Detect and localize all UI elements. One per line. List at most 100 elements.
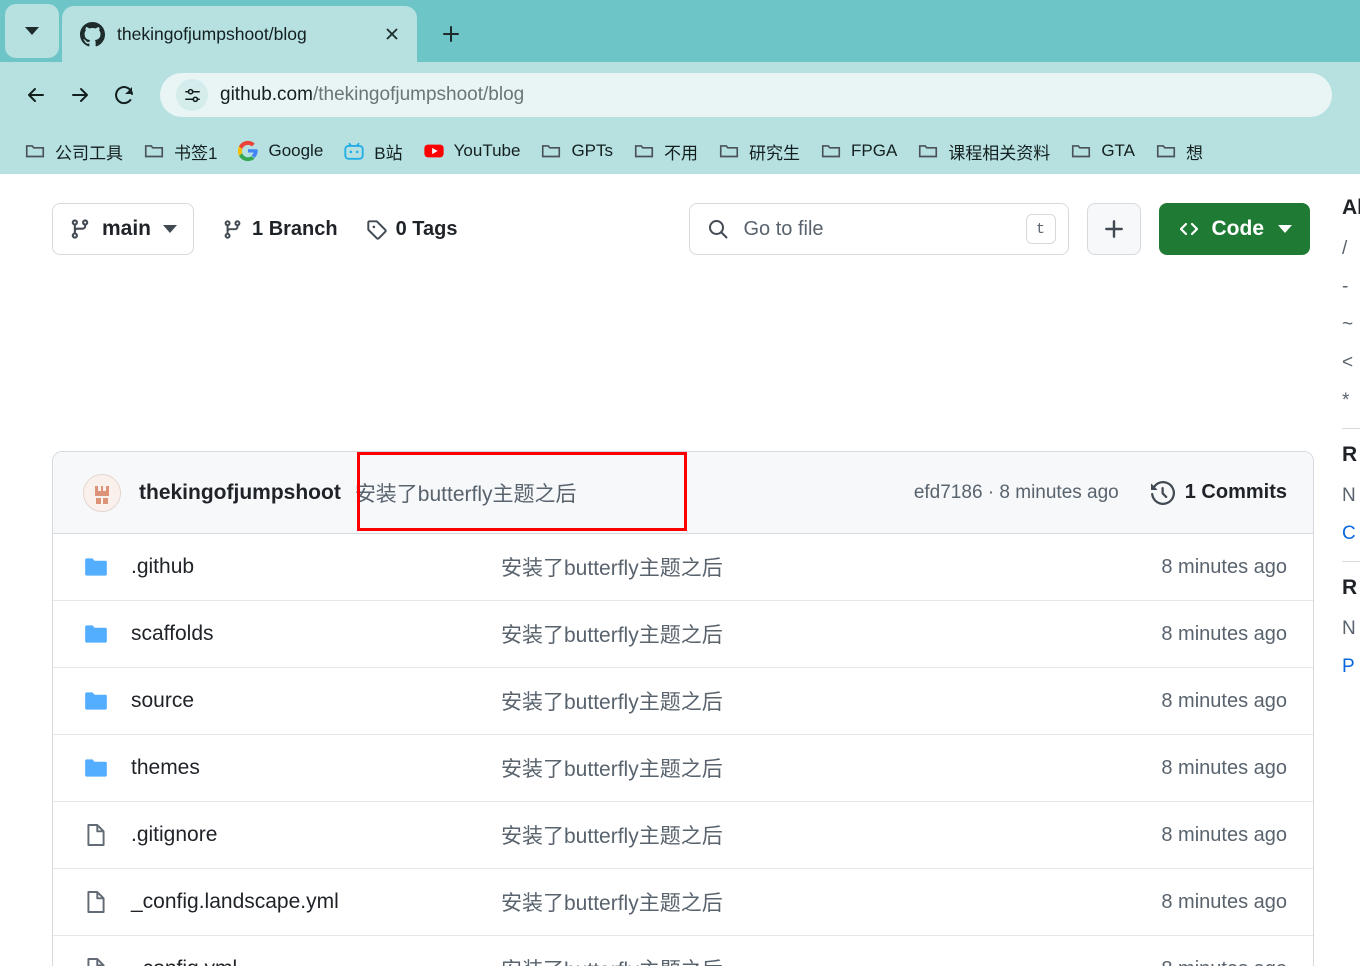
- tag-count: 0 Tags: [395, 217, 458, 240]
- commit-meta[interactable]: efd7186 · 8 minutes ago: [914, 482, 1119, 504]
- bookmark-item[interactable]: 想: [1145, 135, 1213, 167]
- bookmark-item[interactable]: 不用: [623, 135, 708, 167]
- releases-link[interactable]: P: [1342, 656, 1360, 678]
- back-button[interactable]: [14, 73, 58, 117]
- repository-page: main 1 Branch 0 Tags Go to file t Code t…: [0, 174, 1360, 966]
- avatar[interactable]: [83, 473, 121, 512]
- file-commit-message[interactable]: 安装了butterfly主题之后: [501, 887, 1161, 917]
- folder-icon: [25, 145, 45, 158]
- address-bar[interactable]: github.com/thekingofjumpshoot/blog: [160, 73, 1332, 117]
- file-name[interactable]: _config.landscape.yml: [131, 890, 501, 914]
- youtube-icon: [424, 144, 444, 158]
- folder-icon: [821, 145, 841, 158]
- table-row[interactable]: themes 安装了butterfly主题之后 8 minutes ago: [53, 735, 1313, 802]
- branch-icon: [224, 219, 241, 239]
- folder-icon: [85, 625, 107, 643]
- file-commit-message[interactable]: 安装了butterfly主题之后: [501, 619, 1161, 649]
- chevron-down-icon: [163, 225, 178, 233]
- browser-tab[interactable]: thekingofjumpshoot/blog: [62, 6, 417, 62]
- table-row[interactable]: _config.landscape.yml 安装了butterfly主题之后 8…: [53, 869, 1313, 936]
- code-button[interactable]: Code: [1158, 203, 1310, 255]
- file-commit-time: 8 minutes ago: [1161, 958, 1287, 967]
- commit-message[interactable]: 安装了butterfly主题之后: [355, 483, 577, 506]
- about-text: /: [1342, 238, 1348, 259]
- file-name[interactable]: source: [131, 689, 501, 713]
- bookmark-item[interactable]: GTA: [1060, 135, 1145, 167]
- reload-button[interactable]: [102, 73, 146, 117]
- file-commit-time: 8 minutes ago: [1161, 689, 1287, 712]
- bookmark-item[interactable]: 研究生: [708, 135, 810, 167]
- about-text: <: [1342, 352, 1354, 373]
- readme-heading: R: [1342, 443, 1358, 466]
- table-row[interactable]: scaffolds 安装了butterfly主题之后 8 minutes ago: [53, 601, 1313, 668]
- code-brackets-icon: [1179, 222, 1198, 236]
- arrow-left-icon: [28, 88, 44, 102]
- tab-title: thekingofjumpshoot/blog: [117, 23, 307, 44]
- bookmark-item[interactable]: B站: [333, 135, 412, 167]
- bookmark-item[interactable]: 书签1: [133, 135, 227, 167]
- go-to-file-placeholder: Go to file: [743, 217, 824, 240]
- bookmark-label: 想: [1186, 143, 1203, 163]
- file-icon: [87, 824, 105, 846]
- folder-icon: [542, 145, 561, 158]
- file-commit-time: 8 minutes ago: [1161, 622, 1287, 645]
- bookmark-item[interactable]: YouTube: [413, 135, 531, 167]
- about-sidebar-clipped: About / - ~ < * R N C R N P: [1342, 174, 1360, 966]
- bookmark-label: GTA: [1101, 141, 1135, 160]
- bookmark-label: 不用: [664, 143, 699, 163]
- folder-icon: [1156, 145, 1176, 158]
- branch-selector[interactable]: main: [52, 203, 195, 255]
- close-icon[interactable]: [379, 21, 405, 47]
- file-name[interactable]: scaffolds: [131, 622, 501, 646]
- branch-count: 1 Branch: [252, 217, 338, 240]
- readme-link[interactable]: C: [1342, 523, 1360, 545]
- file-name[interactable]: _config.yml: [131, 957, 501, 966]
- file-icon: [87, 958, 105, 966]
- new-tab-button[interactable]: [431, 14, 471, 54]
- table-row[interactable]: _config.yml 安装了butterfly主题之后 8 minutes a…: [53, 936, 1313, 966]
- bookmark-item[interactable]: Google: [227, 135, 333, 167]
- bookmark-item[interactable]: 公司工具: [14, 135, 133, 167]
- go-to-file-search[interactable]: Go to file t: [688, 203, 1069, 255]
- table-row[interactable]: source 安装了butterfly主题之后 8 minutes ago: [53, 668, 1313, 735]
- file-commit-message[interactable]: 安装了butterfly主题之后: [501, 954, 1161, 966]
- commit-author[interactable]: thekingofjumpshoot: [139, 481, 341, 505]
- tab-list-button[interactable]: [5, 4, 59, 58]
- folder-icon: [634, 145, 654, 158]
- commits-count-link[interactable]: 1 Commits: [1150, 480, 1287, 505]
- navigation-bar: github.com/thekingofjumpshoot/blog: [0, 62, 1360, 128]
- tune-icon[interactable]: [176, 79, 208, 111]
- branches-link[interactable]: 1 Branch: [222, 218, 338, 241]
- divider: [1342, 428, 1360, 429]
- folder-icon: [719, 145, 739, 158]
- bookmark-label: 研究生: [749, 143, 801, 163]
- bookmark-label: 课程相关资料: [948, 143, 1051, 163]
- file-commit-message[interactable]: 安装了butterfly主题之后: [501, 552, 1161, 582]
- plus-icon: [1104, 220, 1123, 238]
- browser-chrome: thekingofjumpshoot/blog github.com/theki…: [0, 0, 1360, 174]
- commits-count-label: 1 Commits: [1184, 481, 1287, 503]
- address-bar-url: github.com/thekingofjumpshoot/blog: [220, 84, 524, 106]
- file-commit-message[interactable]: 安装了butterfly主题之后: [501, 686, 1161, 716]
- table-row[interactable]: .github 安装了butterfly主题之后 8 minutes ago: [53, 534, 1313, 601]
- file-commit-message[interactable]: 安装了butterfly主题之后: [501, 753, 1161, 783]
- table-row[interactable]: .gitignore 安装了butterfly主题之后 8 minutes ag…: [53, 802, 1313, 869]
- add-file-button[interactable]: [1086, 203, 1141, 255]
- file-name[interactable]: .github: [131, 555, 501, 579]
- file-name[interactable]: .gitignore: [131, 823, 501, 847]
- bookmark-item[interactable]: FPGA: [810, 135, 907, 167]
- tags-link[interactable]: 0 Tags: [366, 217, 458, 241]
- bookmark-item[interactable]: 课程相关资料: [907, 135, 1060, 167]
- commit-message-wrap: 安装了butterfly主题之后: [355, 478, 914, 508]
- readme-text: N: [1342, 485, 1356, 506]
- file-name[interactable]: themes: [131, 756, 501, 780]
- bookmark-item[interactable]: GPTs: [530, 135, 623, 167]
- releases-heading: R: [1342, 576, 1358, 599]
- about-heading: About: [1342, 196, 1360, 219]
- file-commit-message[interactable]: 安装了butterfly主题之后: [501, 820, 1161, 850]
- forward-button[interactable]: [58, 73, 102, 117]
- bookmarks-bar: 公司工具 书签1 Google B站 YouTube GPTs 不用 研究生 F…: [0, 128, 1360, 174]
- bookmark-label: FPGA: [851, 141, 898, 160]
- file-commit-time: 8 minutes ago: [1161, 555, 1287, 578]
- releases-text: N: [1342, 618, 1356, 639]
